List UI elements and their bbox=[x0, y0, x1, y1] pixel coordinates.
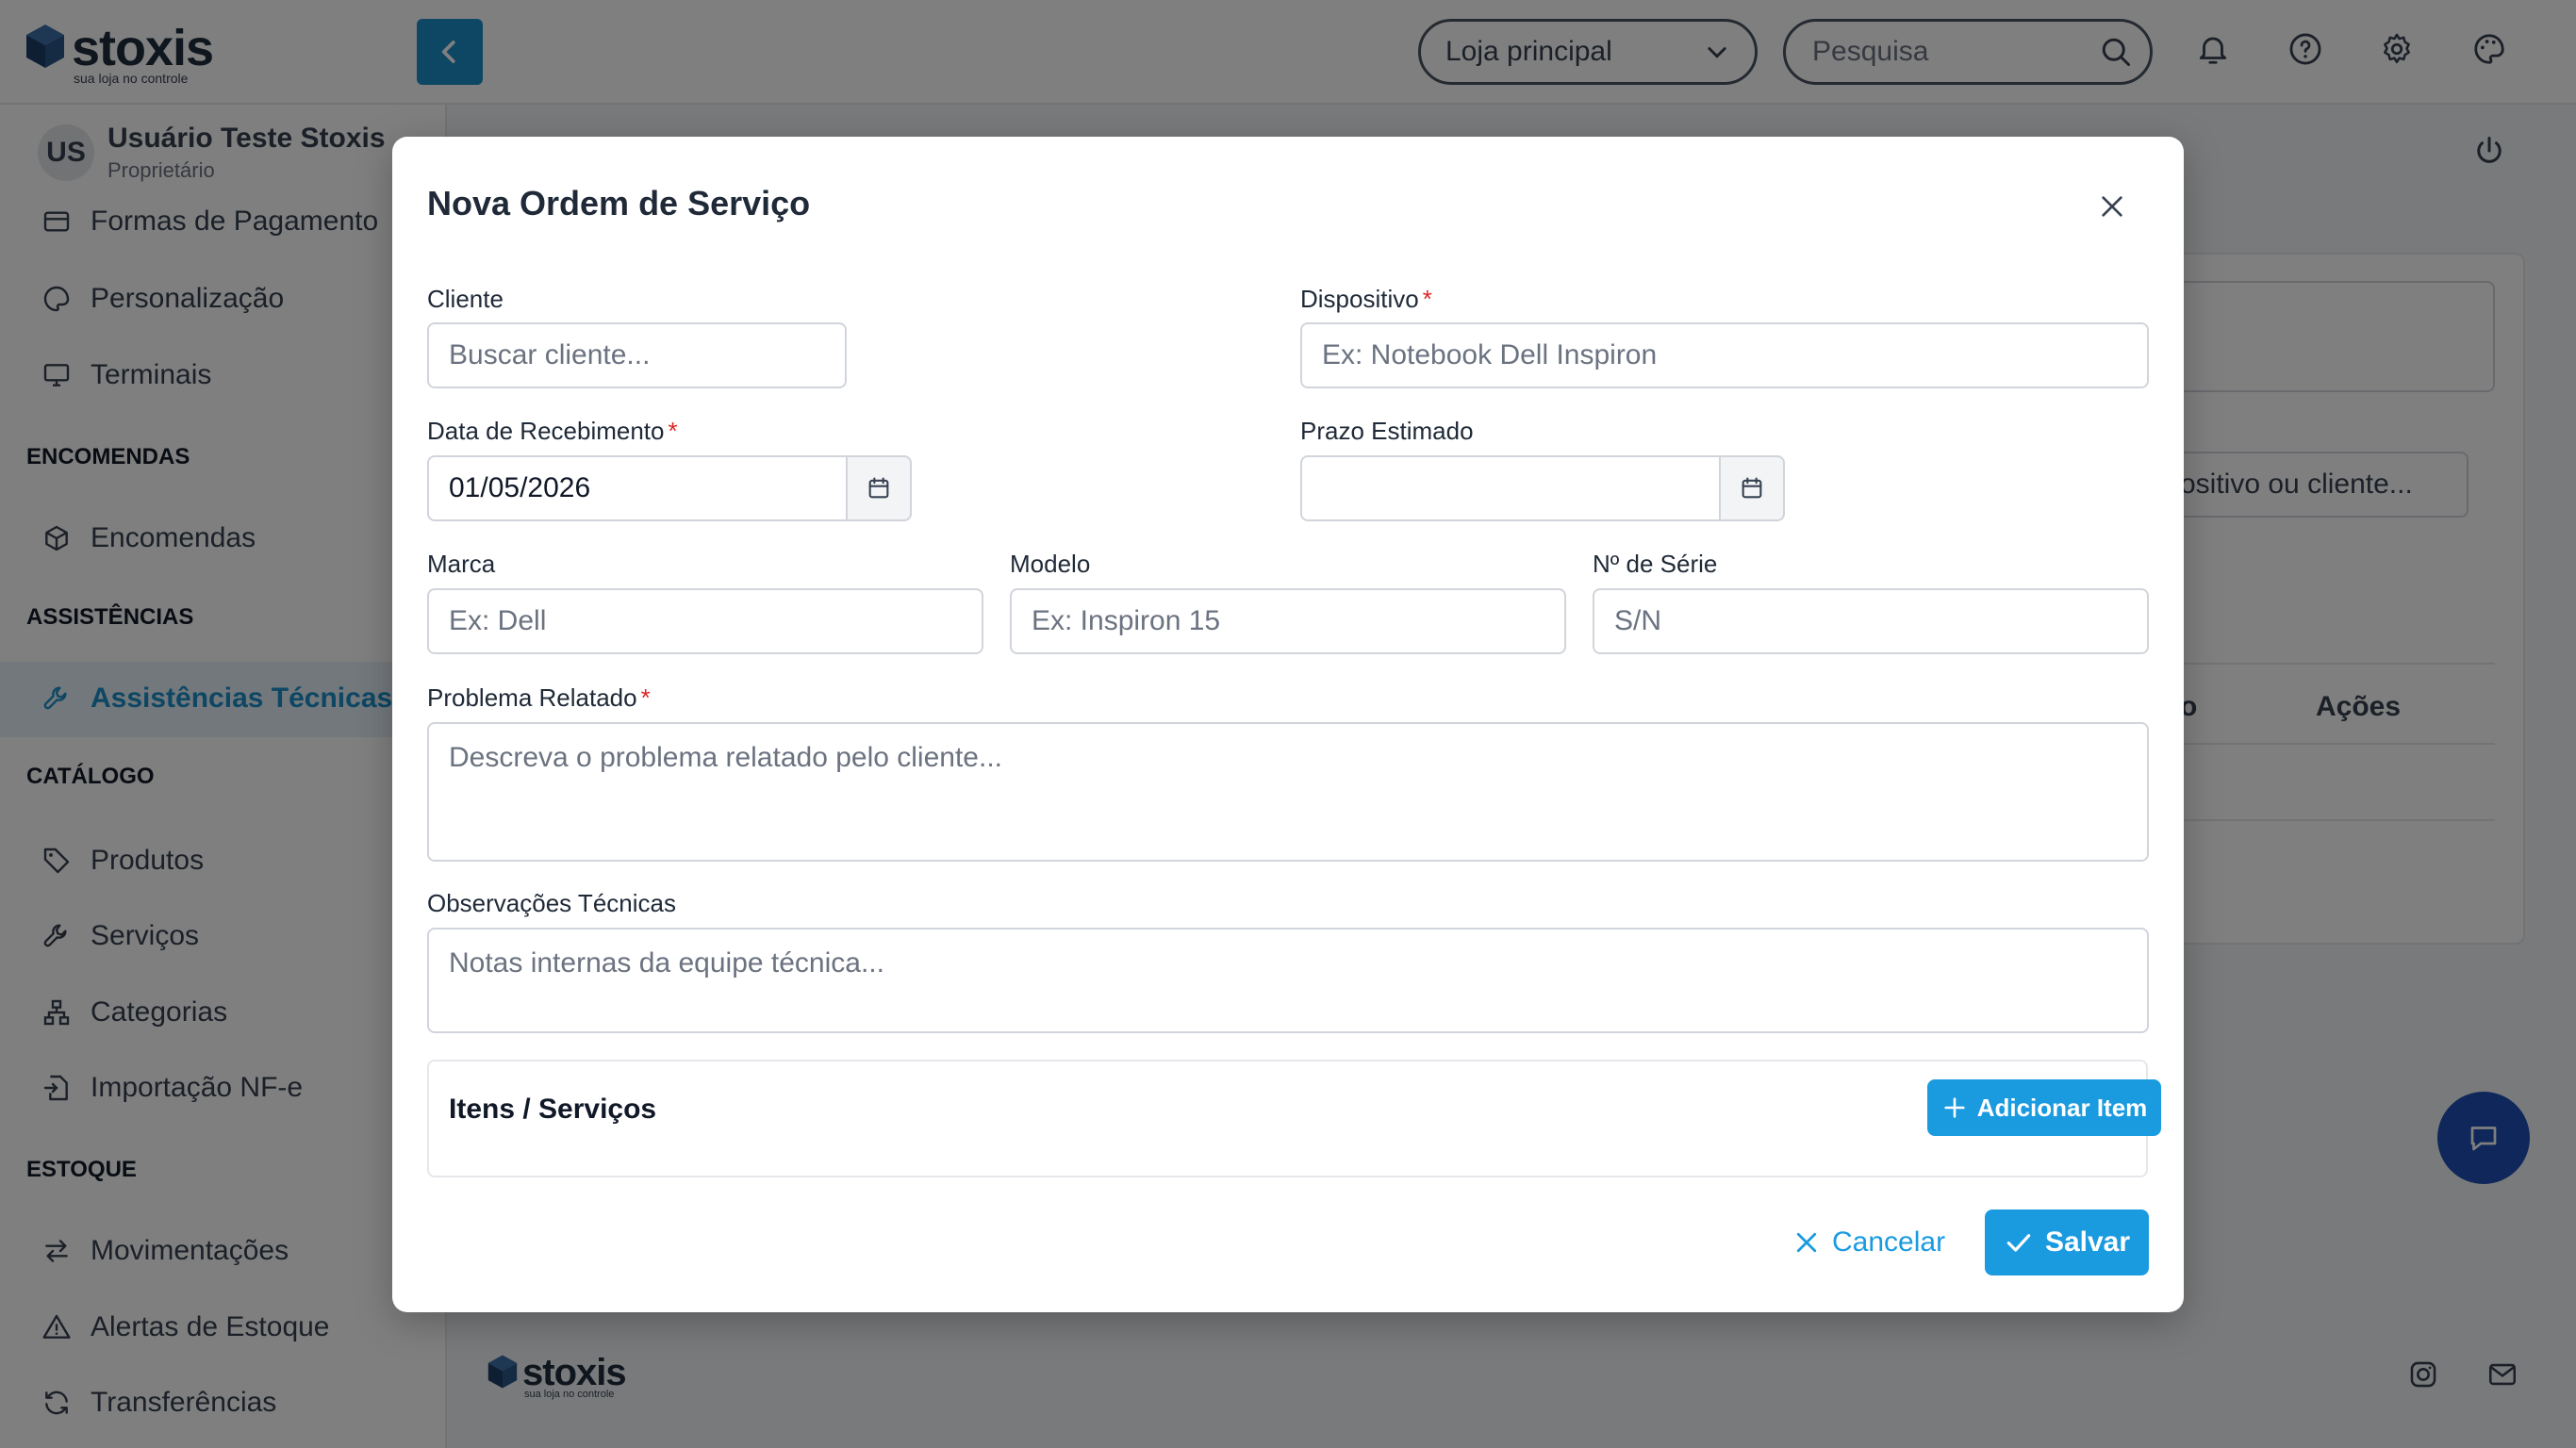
required-marker: * bbox=[668, 417, 678, 445]
serie-input[interactable] bbox=[1593, 588, 2149, 654]
add-item-label: Adicionar Item bbox=[1976, 1093, 2148, 1122]
items-title: Itens / Serviços bbox=[449, 1094, 657, 1125]
observacoes-textarea[interactable] bbox=[427, 928, 2149, 1033]
data-recebimento-label: Data de Recebimento * bbox=[427, 417, 678, 445]
prazo-estimado-calendar-button[interactable] bbox=[1719, 455, 1785, 521]
prazo-estimado-label: Prazo Estimado bbox=[1300, 417, 1474, 445]
cancel-button[interactable]: Cancelar bbox=[1792, 1209, 1945, 1275]
cancel-label: Cancelar bbox=[1832, 1226, 1946, 1258]
modelo-input[interactable] bbox=[1010, 588, 1566, 654]
cliente-label: Cliente bbox=[427, 285, 504, 313]
serie-label: Nº de Série bbox=[1593, 550, 1718, 578]
calendar-icon bbox=[1742, 477, 1762, 499]
calendar-icon bbox=[868, 477, 889, 499]
check-icon bbox=[2006, 1234, 2031, 1252]
plus-icon bbox=[1944, 1097, 1965, 1118]
observacoes-label: Observações Técnicas bbox=[427, 889, 676, 917]
problema-textarea[interactable] bbox=[427, 722, 2149, 862]
save-label: Salvar bbox=[2044, 1226, 2131, 1258]
data-recebimento-input[interactable] bbox=[427, 455, 848, 521]
items-section: Itens / Serviços Adicionar Item bbox=[427, 1060, 2161, 1177]
save-button[interactable]: Salvar bbox=[1985, 1209, 2149, 1275]
prazo-estimado-input[interactable] bbox=[1300, 455, 1721, 521]
close-button[interactable] bbox=[2091, 186, 2133, 227]
problema-label: Problema Relatado * bbox=[427, 683, 651, 712]
add-item-button[interactable]: Adicionar Item bbox=[1927, 1079, 2161, 1136]
required-marker: * bbox=[1422, 285, 1432, 313]
close-icon bbox=[2102, 196, 2122, 217]
marca-label: Marca bbox=[427, 550, 496, 578]
data-recebimento-calendar-button[interactable] bbox=[846, 455, 912, 521]
new-service-order-modal: Nova Ordem de Serviço Cliente Dispositiv… bbox=[392, 137, 2184, 1312]
dispositivo-label: Dispositivo * bbox=[1300, 285, 1432, 313]
marca-input[interactable] bbox=[427, 588, 983, 654]
required-marker: * bbox=[640, 683, 651, 712]
cliente-search-input[interactable] bbox=[427, 322, 847, 388]
close-icon bbox=[1796, 1232, 1817, 1253]
modal-title: Nova Ordem de Serviço bbox=[427, 184, 811, 222]
dispositivo-input[interactable] bbox=[1300, 322, 2149, 388]
modelo-label: Modelo bbox=[1010, 550, 1091, 578]
